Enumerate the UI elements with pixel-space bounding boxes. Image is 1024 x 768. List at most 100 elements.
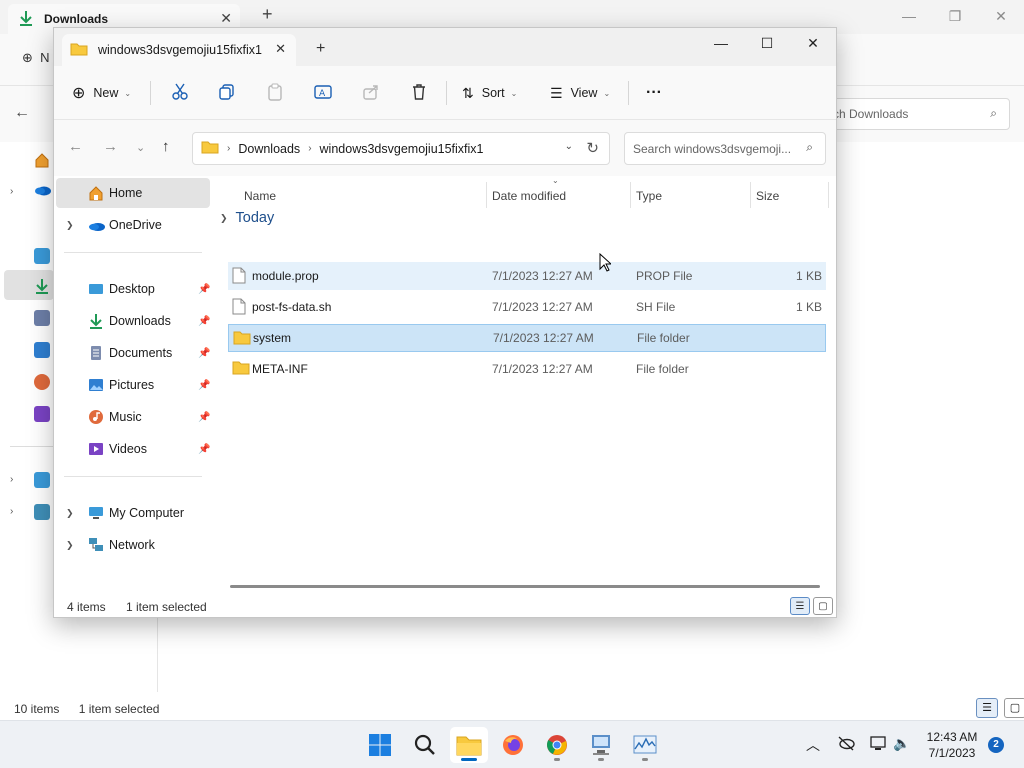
column-divider[interactable] (486, 182, 487, 208)
file-row[interactable]: module.prop 7/1/2023 12:27 AM PROP File … (228, 262, 826, 290)
sidebar-item-documents[interactable]: Documents 📌 (56, 338, 210, 368)
chevron-right-icon[interactable]: ❯ (66, 540, 74, 551)
background-search-box[interactable]: rch Downloads ⌕ (812, 98, 1010, 130)
file-row[interactable]: post-fs-data.sh 7/1/2023 12:27 AM SH Fil… (228, 293, 826, 321)
column-header-date-modified[interactable]: Date modified (492, 182, 628, 210)
address-bar[interactable]: › Downloads › windows3dsvgemojiu15fixfix… (192, 132, 610, 165)
sidebar-item-videos[interactable]: Videos 📌 (56, 434, 210, 464)
background-new-button[interactable]: ⊕ N (22, 50, 50, 66)
tiles-view-icon[interactable]: ▢ (1004, 698, 1024, 718)
more-options-button[interactable]: ··· (646, 78, 662, 108)
onedrive-icon[interactable] (34, 184, 51, 200)
chevron-right-icon[interactable]: ❯ (66, 220, 74, 231)
delete-icon[interactable] (409, 82, 429, 102)
back-arrow-icon[interactable]: ← (68, 138, 83, 155)
column-header-size[interactable]: Size (756, 182, 826, 210)
chevron-right-icon[interactable]: › (10, 506, 13, 517)
taskbar-remote-desktop[interactable] (582, 727, 620, 763)
music-icon[interactable] (34, 374, 50, 390)
sidebar-item-downloads[interactable]: Downloads 📌 (56, 306, 210, 336)
sort-button[interactable]: ⇅ Sort ⌄ (462, 78, 517, 108)
file-row[interactable]: META-INF 7/1/2023 12:27 AM File folder (228, 355, 826, 383)
group-header-today[interactable]: ❯ Today (220, 210, 274, 226)
volume-icon[interactable]: 🔈 (893, 735, 910, 752)
taskbar-file-explorer[interactable] (450, 727, 488, 763)
rename-icon[interactable]: A (313, 82, 333, 102)
share-icon[interactable] (361, 82, 381, 102)
search-input[interactable] (633, 141, 793, 156)
onedrive-status-icon[interactable] (836, 735, 856, 754)
sidebar-item-pictures[interactable]: Pictures 📌 (56, 370, 210, 400)
refresh-icon[interactable]: ↻ (586, 139, 599, 157)
address-dropdown-icon[interactable]: ⌄ (565, 141, 573, 152)
videos-icon[interactable] (34, 406, 50, 422)
pin-icon[interactable]: 📌 (198, 316, 210, 327)
column-divider[interactable] (828, 182, 829, 208)
recent-locations-icon[interactable]: ⌄ (136, 141, 145, 154)
close-icon[interactable]: ✕ (978, 0, 1024, 32)
breadcrumb-chevron-icon[interactable]: › (308, 143, 311, 154)
documents-icon[interactable] (34, 310, 50, 326)
chevron-right-icon[interactable]: › (10, 474, 13, 485)
network-icon[interactable] (34, 504, 50, 520)
back-arrow-icon[interactable]: ← (14, 104, 30, 122)
column-header-name[interactable]: Name (244, 182, 484, 210)
forward-arrow-icon[interactable]: → (103, 138, 118, 155)
new-tab-icon[interactable]: + (262, 4, 273, 25)
search-button[interactable] (406, 727, 444, 763)
column-divider[interactable] (630, 182, 631, 208)
pin-icon[interactable]: 📌 (198, 380, 210, 391)
close-icon[interactable]: ✕ (790, 28, 836, 58)
taskbar-task-manager[interactable] (626, 727, 664, 763)
sidebar-item-my-computer[interactable]: ❯ My Computer (56, 498, 210, 528)
details-view-icon[interactable]: ☰ (976, 698, 998, 718)
column-divider[interactable] (750, 182, 751, 208)
column-header-type[interactable]: Type (636, 182, 748, 210)
minimize-icon[interactable]: — (698, 28, 744, 58)
close-icon[interactable]: ✕ (220, 10, 232, 27)
copy-icon[interactable] (217, 82, 237, 102)
breadcrumb-downloads[interactable]: Downloads (238, 142, 300, 156)
maximize-icon[interactable]: ☐ (744, 28, 790, 58)
taskbar-firefox[interactable] (494, 727, 532, 763)
details-view-icon[interactable]: ☰ (790, 597, 810, 615)
sidebar-item-music[interactable]: Music 📌 (56, 402, 210, 432)
up-arrow-icon[interactable]: ↑ (162, 138, 170, 155)
paste-icon[interactable] (265, 82, 285, 102)
pin-icon[interactable]: 📌 (198, 412, 210, 423)
start-button[interactable] (361, 727, 399, 763)
sidebar-item-home[interactable]: Home (56, 178, 210, 208)
home-icon[interactable] (34, 152, 50, 168)
show-hidden-icons-chevron-icon[interactable]: ︿ (806, 735, 820, 755)
explorer-tab[interactable]: windows3dsvgemojiu15fixfix1 ✕ (62, 34, 296, 66)
breadcrumb-chevron-icon[interactable]: › (227, 143, 230, 154)
chevron-right-icon[interactable]: ❯ (66, 508, 74, 519)
sidebar-item-network[interactable]: ❯ Network (56, 530, 210, 560)
new-button[interactable]: ⊕ New ⌄ (72, 78, 131, 108)
pin-icon[interactable]: 📌 (198, 348, 210, 359)
system-clock[interactable]: 12:43 AM 7/1/2023 (914, 729, 990, 761)
chevron-right-icon[interactable]: › (10, 186, 13, 197)
pin-icon[interactable]: 📌 (198, 284, 210, 295)
minimize-icon[interactable]: — (886, 0, 932, 32)
close-tab-icon[interactable]: ✕ (275, 41, 286, 57)
file-row[interactable]: system 7/1/2023 12:27 AM File folder (228, 324, 826, 352)
search-box[interactable]: ⌕ (624, 132, 826, 165)
taskbar-chrome[interactable] (538, 727, 576, 763)
desktop-icon[interactable] (34, 248, 50, 264)
new-tab-icon[interactable]: + (316, 40, 325, 58)
breadcrumb-current-folder[interactable]: windows3dsvgemojiu15fixfix1 (320, 142, 484, 156)
pin-icon[interactable]: 📌 (198, 444, 210, 455)
cut-icon[interactable] (170, 82, 190, 102)
restore-icon[interactable]: ❐ (932, 0, 978, 32)
sidebar-item-onedrive[interactable]: ❯ OneDrive (56, 210, 210, 240)
network-status-icon[interactable] (870, 735, 888, 754)
pictures-icon[interactable] (34, 342, 50, 358)
computer-icon[interactable] (34, 472, 50, 488)
sidebar-item-desktop[interactable]: Desktop 📌 (56, 274, 210, 304)
notification-badge[interactable]: 2 (988, 737, 1004, 753)
downloads-icon[interactable] (34, 278, 50, 294)
tiles-view-icon[interactable]: ▢ (813, 597, 833, 615)
horizontal-scrollbar[interactable] (230, 585, 820, 588)
view-button[interactable]: ☰ View ⌄ (550, 78, 610, 108)
